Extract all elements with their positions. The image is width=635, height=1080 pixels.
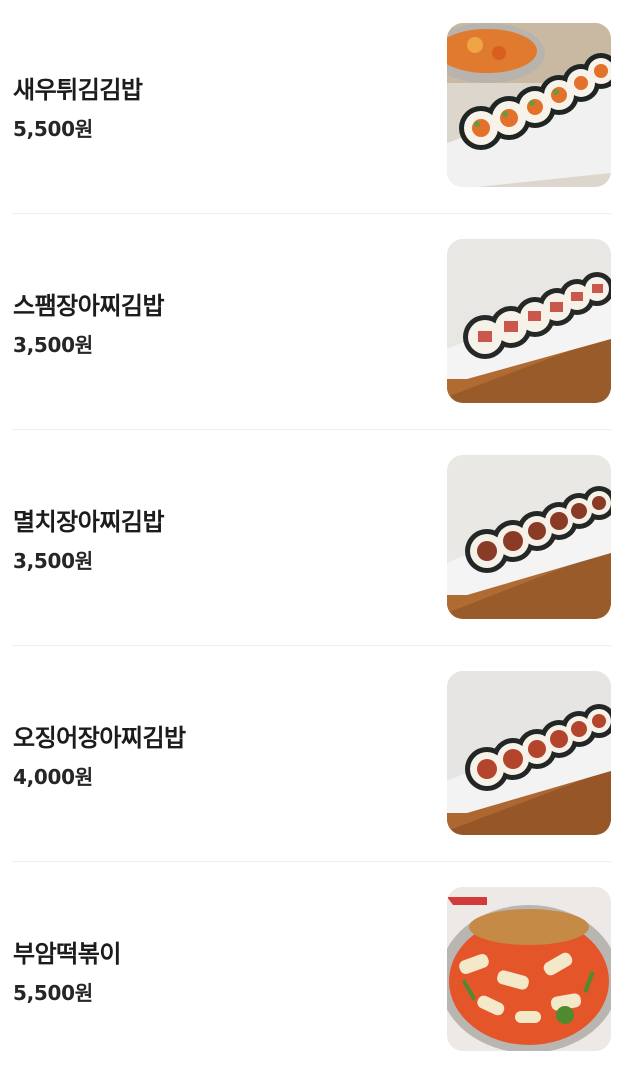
kimbap-anchovy-photo[interactable] xyxy=(447,455,611,619)
menu-item-name: 스팸장아찌김밥 xyxy=(13,292,165,320)
kimbap-squid-photo[interactable] xyxy=(447,671,611,835)
tteokbokki-photo[interactable] xyxy=(447,887,611,1051)
menu-item-price: 5,500원 xyxy=(13,117,93,141)
menu-item-price: 4,000원 xyxy=(13,765,93,789)
menu-item-price: 3,500원 xyxy=(13,549,93,573)
divider xyxy=(12,429,611,430)
divider xyxy=(12,861,611,862)
menu-item-shrimp-kimbap[interactable]: 새우튀김김밥 5,500원 xyxy=(0,0,635,216)
menu-item-name: 부암떡볶이 xyxy=(13,940,121,968)
menu-item-price: 3,500원 xyxy=(13,333,93,357)
menu-item-name: 멸치장아찌김밥 xyxy=(13,508,165,536)
divider xyxy=(12,645,611,646)
menu-item-spam-kimbap[interactable]: 스팸장아찌김밥 3,500원 xyxy=(0,216,635,432)
menu-item-squid-kimbap[interactable]: 오징어장아찌김밥 4,000원 xyxy=(0,648,635,864)
menu-item-name: 오징어장아찌김밥 xyxy=(13,724,186,752)
kimbap-shrimp-photo[interactable] xyxy=(447,23,611,187)
menu-item-anchovy-kimbap[interactable]: 멸치장아찌김밥 3,500원 xyxy=(0,432,635,648)
menu-item-name: 새우튀김김밥 xyxy=(13,76,143,104)
kimbap-spam-photo[interactable] xyxy=(447,239,611,403)
menu-item-tteokbokki[interactable]: 부암떡볶이 5,500원 xyxy=(0,864,635,1080)
menu-list: 새우튀김김밥 5,500원 스팸장아찌김밥 3,500원 멸치장아찌김밥 3,5… xyxy=(0,0,635,1051)
menu-item-price: 5,500원 xyxy=(13,981,93,1005)
divider xyxy=(12,213,611,214)
